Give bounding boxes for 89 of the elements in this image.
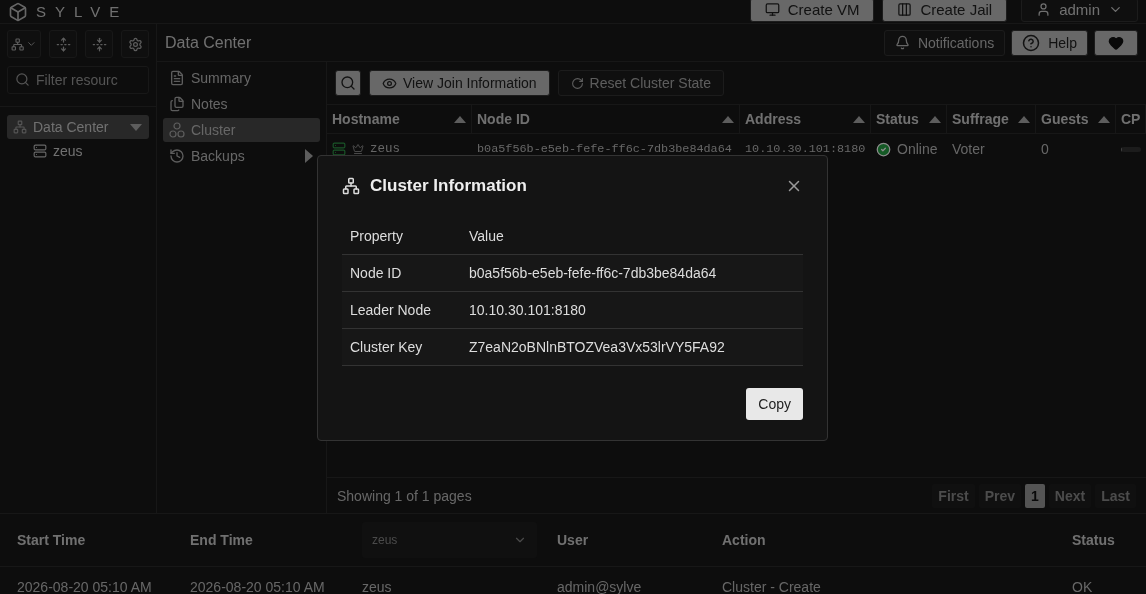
table-cell-text: Voter [951,140,986,159]
table-cell: Online [897,141,938,157]
jail-icon [897,2,913,17]
table-cell-text: b0a5f56b-e5eb-fefe-ff6c-7db3be84da64 [469,265,718,281]
notes-icon [169,96,185,112]
dialog-title: Cluster Information [370,176,528,196]
column-header[interactable]: CP [1121,111,1141,127]
logo-icon [8,1,28,22]
column-header: Property [350,228,404,244]
brand-name: SYLVE [36,3,129,20]
history-icon [169,148,185,164]
column-header: Start Time [17,532,86,548]
user-menu-button[interactable]: admin [1021,0,1138,22]
column-header: Value [469,228,505,244]
notifications-button[interactable]: Notifications [883,29,1006,56]
datacenter-icon [13,120,27,134]
sort-icon[interactable] [853,115,865,123]
table-cell: zeus [370,142,400,156]
column-header[interactable]: Status [876,111,919,127]
view-join-button[interactable]: View Join Information [369,70,550,96]
table-cell: 2026-08-20 05:10 AM [17,579,152,594]
sort-icon[interactable] [1098,115,1110,123]
table-cell-text: Z7eaN2oBNlnBTOZVea3Vx53lrVY5FA92 [469,339,726,355]
help-button[interactable]: Help [1011,29,1088,56]
page-button[interactable]: 1 [1025,483,1045,508]
tree-item[interactable]: zeus [7,139,149,163]
settings-button[interactable] [121,30,149,58]
sort-icon[interactable] [929,115,941,123]
column-header[interactable]: Address [745,111,802,127]
collapse-all-button[interactable] [85,30,113,58]
fold-icon [91,36,107,52]
create-button[interactable]: Create VM [749,0,875,22]
view-mode-button[interactable] [7,30,41,58]
table-cell-text: Leader Node [350,302,432,318]
column-header[interactable]: Suffrage [952,111,1009,127]
tree-item[interactable]: Data Center [7,115,149,139]
server-icon [332,142,346,156]
table-cell: 2026-08-20 05:10 AM [190,579,325,594]
search-icon [15,72,30,87]
server-icon [33,144,47,158]
expand-all-button[interactable] [49,30,77,58]
sort-icon[interactable] [1018,115,1030,123]
donate-button[interactable] [1094,29,1138,56]
table-cell: Cluster - Create [722,579,821,594]
table-cell: OK [1072,579,1093,594]
column-header[interactable]: Guests [1041,111,1089,127]
document-icon [169,70,185,86]
page-summary: Showing 1 of 1 pages [337,487,473,504]
column-header: User [557,532,589,548]
refresh-icon [570,76,584,90]
menu-item[interactable]: Cluster [163,118,320,142]
create-button[interactable]: Create Jail [882,0,1008,22]
menu-item[interactable]: Summary [163,66,320,90]
table-cell-text: b0a5f56b-e5eb-fefe-ff6c-7db3be84da64 [476,141,733,158]
column-header[interactable]: Node ID [477,111,530,127]
settings-icon [127,36,143,52]
sort-icon[interactable] [454,115,466,123]
search-icon [340,75,356,91]
table-cell-text: 10.10.30.101:8180 [469,302,587,318]
table-cell-text: 10.10.30.101:8180 [744,141,867,158]
monitor-icon [764,2,780,17]
eye-icon [382,75,397,91]
filter-field[interactable]: Filter resourc [7,66,149,94]
table-cell-text: Node ID [350,265,403,281]
heart-icon [1108,34,1124,51]
column-header[interactable]: Hostname [332,111,400,127]
network-icon [342,177,360,195]
reset-button[interactable]: Reset Cluster State [557,70,724,96]
table-cell: zeus [362,579,392,594]
table-cell-text: 0 [1040,140,1050,159]
menu-item[interactable]: Backups [163,144,320,168]
column-header: Status [1072,532,1115,548]
help-icon [1022,33,1041,52]
copy-button[interactable]: Copy [746,388,803,420]
crown-icon [352,143,364,155]
column-header: End Time [190,532,253,548]
cluster-icon [169,122,185,138]
network-icon [11,36,25,52]
search-button[interactable] [335,70,361,96]
menu-item[interactable]: Notes [163,92,320,116]
column-header: Action [722,532,766,548]
cpu-bar [1121,146,1141,152]
bell-icon [894,35,910,50]
table-cell-text: Cluster Key [350,339,424,355]
sort-icon[interactable] [722,115,734,123]
unfold-icon [55,36,71,52]
user-icon [1036,2,1052,17]
page-title: Data Center [165,33,253,52]
table-cell: admin@sylve [557,579,642,594]
